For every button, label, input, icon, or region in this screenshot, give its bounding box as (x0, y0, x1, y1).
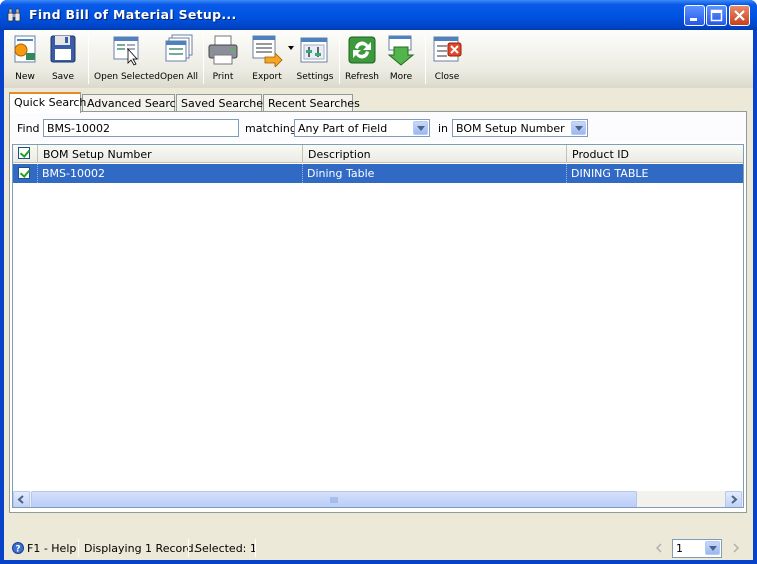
in-field-select[interactable]: BOM Setup Number (452, 119, 588, 137)
tab-saved-searches[interactable]: Saved Searches (176, 94, 269, 112)
export-icon (252, 35, 283, 67)
toolbar-separator (88, 34, 89, 84)
window-title: Find Bill of Material Setup... (29, 7, 237, 22)
scroll-thumb[interactable] (31, 491, 637, 507)
chevron-right-icon[interactable] (732, 543, 740, 553)
cell-bom-setup-number[interactable]: BMS-10002 (38, 164, 303, 183)
find-row: Find BMS-10002 matching Any Part of Fiel… (10, 112, 746, 142)
open-all-button[interactable]: Open All (160, 30, 198, 88)
column-header-bom-setup-number[interactable]: BOM Setup Number (38, 145, 303, 163)
close-icon (734, 10, 745, 21)
quick-search-panel: Find BMS-10002 matching Any Part of Fiel… (9, 111, 747, 513)
more-icon (387, 35, 415, 66)
print-button[interactable]: Print (206, 30, 240, 88)
open-all-icon (165, 34, 193, 62)
chevron-right-icon (731, 495, 738, 504)
cell-product-id[interactable]: DINING TABLE (567, 164, 743, 183)
tab-quick-search[interactable]: Quick Search (9, 92, 86, 113)
chevron-left-icon[interactable] (655, 543, 663, 553)
printer-icon (208, 35, 238, 65)
window: Find Bill of Material Setup... New Save … (0, 0, 757, 564)
horizontal-scrollbar[interactable] (13, 491, 743, 507)
grip-icon (330, 497, 338, 503)
record-count: Displaying 1 Record. (84, 542, 198, 555)
maximize-button[interactable] (706, 5, 727, 26)
settings-icon (300, 37, 328, 63)
close-window-button[interactable] (729, 5, 750, 26)
minimize-button[interactable] (684, 5, 705, 26)
toolbar: New Save Open Selected Open All Print Ex… (4, 30, 753, 88)
chevron-down-icon[interactable] (705, 541, 720, 555)
selected-count: Selected: 1 (195, 542, 257, 555)
page-select[interactable]: 1 (672, 539, 722, 558)
binoculars-icon (7, 8, 21, 22)
tab-recent-searches[interactable]: Recent Searches (263, 94, 360, 112)
refresh-icon (348, 36, 376, 64)
matching-label: matching (245, 122, 297, 135)
save-button[interactable]: Save (46, 30, 80, 88)
dropdown-arrow-icon[interactable] (288, 46, 294, 50)
row-checkbox[interactable] (18, 167, 30, 179)
settings-button[interactable]: Settings (297, 30, 333, 88)
close-button[interactable]: Close (430, 30, 464, 88)
chevron-down-icon[interactable] (571, 121, 586, 135)
scroll-right-button[interactable] (725, 491, 742, 507)
status-separator (255, 539, 256, 557)
minimize-icon (690, 18, 697, 21)
maximize-icon (710, 9, 723, 22)
in-label: in (438, 122, 449, 135)
client-area: New Save Open Selected Open All Print Ex… (4, 30, 753, 560)
table-row[interactable]: BMS-10002 Dining Table DINING TABLE (13, 164, 743, 183)
column-header-product-id[interactable]: Product ID (567, 145, 743, 163)
column-header-description[interactable]: Description (303, 145, 567, 163)
new-document-icon (14, 35, 36, 63)
find-label: Find (17, 122, 40, 135)
toolbar-separator (203, 34, 204, 84)
refresh-button[interactable]: Refresh (345, 30, 379, 88)
new-button[interactable]: New (8, 30, 42, 88)
help-text[interactable]: F1 - Help (27, 542, 76, 555)
status-separator (78, 539, 79, 557)
floppy-disk-icon (50, 35, 76, 63)
toolbar-separator (425, 34, 426, 84)
close-form-icon (433, 36, 462, 62)
status-bar: ? F1 - Help Displaying 1 Record. Selecte… (4, 534, 753, 560)
export-button[interactable]: Export (244, 30, 294, 88)
find-input[interactable]: BMS-10002 (43, 119, 239, 137)
grid-header: BOM Setup Number Description Product ID (13, 145, 743, 163)
status-separator (188, 539, 189, 557)
results-grid: BOM Setup Number Description Product ID … (12, 144, 744, 508)
chevron-left-icon (17, 495, 24, 504)
more-button[interactable]: More (384, 30, 418, 88)
matching-select[interactable]: Any Part of Field (294, 119, 430, 137)
select-all-header[interactable] (13, 145, 38, 163)
select-all-checkbox[interactable] (18, 147, 30, 159)
open-selected-button[interactable]: Open Selected (94, 30, 160, 88)
open-selected-icon (113, 36, 139, 66)
chevron-down-icon[interactable] (413, 121, 428, 135)
svg-text:?: ? (15, 545, 20, 555)
title-bar[interactable]: Find Bill of Material Setup... (0, 0, 757, 30)
cell-description[interactable]: Dining Table (303, 164, 567, 183)
toolbar-separator (339, 34, 340, 84)
row-checkbox-cell[interactable] (13, 164, 38, 183)
tab-advanced-search[interactable]: Advanced Search (82, 94, 183, 112)
scroll-left-button[interactable] (13, 491, 30, 507)
help-icon[interactable]: ? (12, 542, 24, 554)
